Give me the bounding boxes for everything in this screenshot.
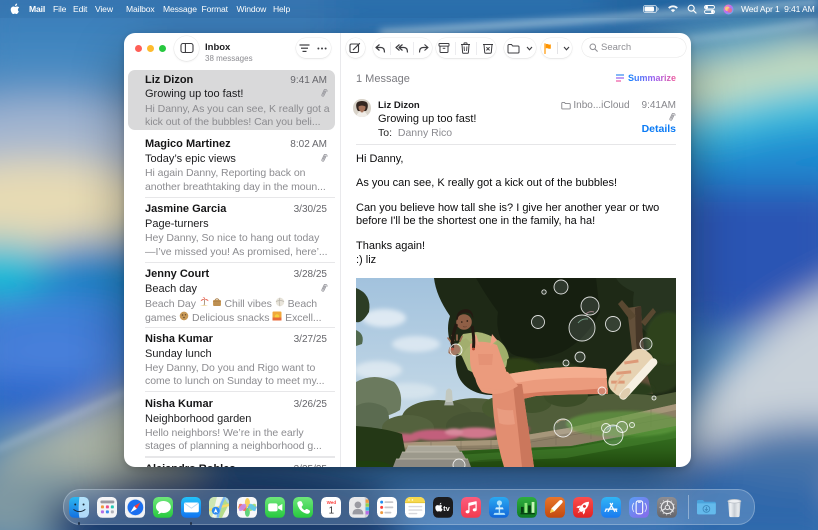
svg-text:Wed: Wed [326,500,336,505]
svg-text:tv: tv [443,504,451,513]
svg-text:1: 1 [328,505,334,516]
